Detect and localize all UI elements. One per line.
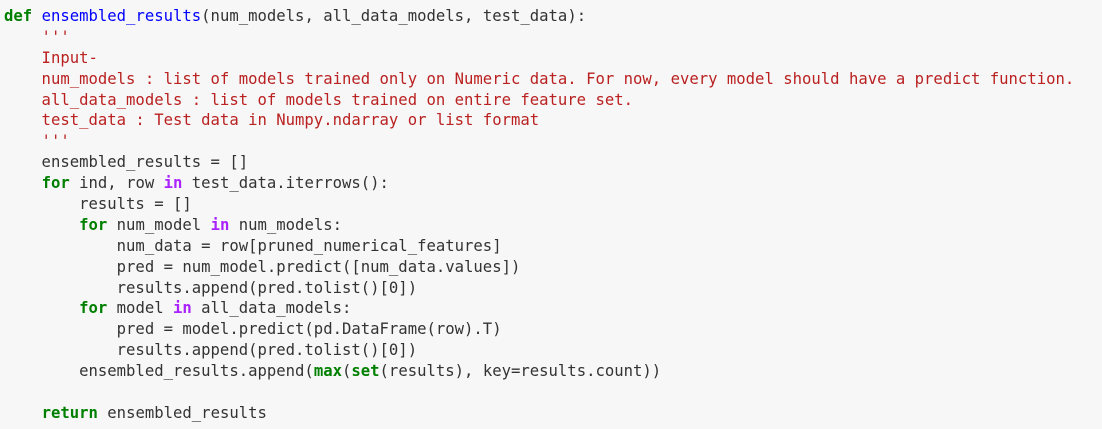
code-line: ''' <box>4 27 1102 48</box>
code-token-plain: num_model <box>107 215 211 234</box>
code-token-op: in <box>163 174 183 193</box>
code-line: for num_model in num_models: <box>4 215 1102 236</box>
code-token-fn: ensembled_results <box>41 7 202 25</box>
code-token-kw: def <box>4 7 33 25</box>
code-token-plain: num_models: <box>229 215 343 234</box>
code-line: results.append(pred.tolist()[0]) <box>4 340 1102 361</box>
code-token-plain: num_data = row[pruned_numerical_features… <box>4 236 502 255</box>
code-token-kw: for <box>41 174 70 193</box>
code-block[interactable]: def ensembled_results(num_models, all_da… <box>0 0 1102 424</box>
code-line: ''' <box>4 131 1102 152</box>
code-line: results = [] <box>4 194 1102 215</box>
code-token-plain: pred = model.predict(pd.DataFrame(row).T… <box>4 320 502 339</box>
code-token-kw: set <box>351 362 380 381</box>
code-token-plain: all_data_models: <box>191 299 352 318</box>
code-line: ensembled_results.append(max(set(results… <box>4 361 1102 382</box>
code-token-kw: max <box>313 362 342 381</box>
code-token-op: in <box>210 215 230 234</box>
code-token-str: Input- <box>4 48 98 67</box>
code-token-plain: (num_models, all_data_models, test_data)… <box>201 7 587 25</box>
code-token-str: all_data_models : list of models trained… <box>4 90 634 109</box>
code-line: num_models : list of models trained only… <box>4 69 1102 90</box>
code-line: pred = model.predict(pd.DataFrame(row).T… <box>4 319 1102 340</box>
code-line: all_data_models : list of models trained… <box>4 90 1102 111</box>
code-token-plain: ensembled_results.append( <box>4 362 314 381</box>
code-token-str: num_models : list of models trained only… <box>4 69 1075 88</box>
code-token-str: test_data : Test data in Numpy.ndarray o… <box>4 111 540 130</box>
code-token-plain: results.append(pred.tolist()[0]) <box>4 278 418 297</box>
code-token-kw: for <box>79 215 108 234</box>
code-token-plain: results.append(pred.tolist()[0]) <box>4 341 418 360</box>
code-token-plain: pred = num_model.predict([num_data.value… <box>4 257 521 276</box>
code-token-plain: (results), key=results.count)) <box>379 362 662 381</box>
code-line: pred = num_model.predict([num_data.value… <box>4 257 1102 278</box>
code-token-plain: ensembled_results = [] <box>4 153 249 172</box>
code-line: for model in all_data_models: <box>4 298 1102 319</box>
code-token-kw: return <box>41 403 98 422</box>
code-line: return ensembled_results <box>4 403 1102 424</box>
code-token-plain: ensembled_results <box>97 403 267 422</box>
code-token-op: in <box>173 299 192 318</box>
code-line: def ensembled_results(num_models, all_da… <box>4 6 1102 27</box>
code-token-str: ''' <box>4 27 70 46</box>
code-line: Input- <box>4 48 1102 69</box>
code-line: num_data = row[pruned_numerical_features… <box>4 236 1102 257</box>
code-token-plain: ind, row <box>69 174 164 193</box>
code-token-kw: for <box>79 299 108 318</box>
code-token-plain: test_data.iterrows(): <box>182 174 389 193</box>
code-token-plain: results = [] <box>4 195 192 214</box>
code-token-plain: model <box>107 299 173 318</box>
code-line: for ind, row in test_data.iterrows(): <box>4 173 1102 194</box>
code-line: results.append(pred.tolist()[0]) <box>4 278 1102 299</box>
code-token-str: ''' <box>4 132 70 151</box>
code-line: ensembled_results = [] <box>4 152 1102 173</box>
code-cell[interactable]: def ensembled_results(num_models, all_da… <box>0 0 1102 429</box>
code-token-plain: ( <box>341 362 352 381</box>
code-line: test_data : Test data in Numpy.ndarray o… <box>4 110 1102 131</box>
